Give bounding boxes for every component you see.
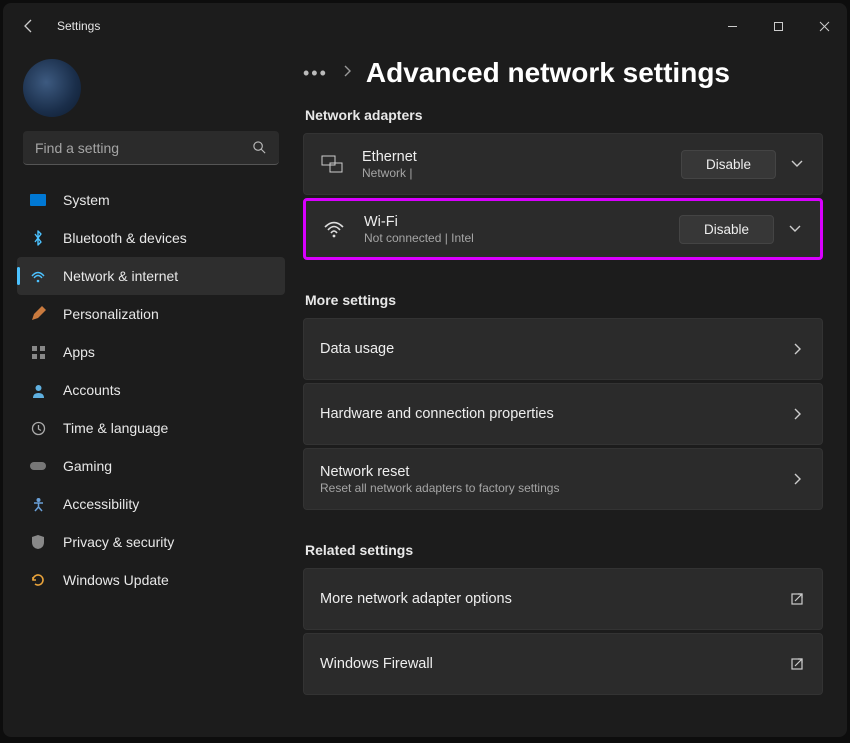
adapter-wifi-card[interactable]: Wi-Fi Not connected | Intel Disable — [303, 198, 823, 260]
data-usage-card[interactable]: Data usage — [303, 318, 823, 380]
sidebar-item-system[interactable]: System — [17, 181, 285, 219]
search-input[interactable] — [23, 131, 279, 165]
settings-window: Settings System B — [3, 3, 847, 737]
ethernet-icon — [320, 155, 344, 173]
sidebar-item-label: Gaming — [63, 458, 112, 474]
hardware-properties-card[interactable]: Hardware and connection properties — [303, 383, 823, 445]
sidebar-item-label: Privacy & security — [63, 534, 174, 550]
chevron-right-icon — [788, 472, 806, 486]
user-avatar[interactable] — [23, 59, 81, 117]
sidebar-item-accounts[interactable]: Accounts — [17, 371, 285, 409]
search-icon — [252, 140, 267, 160]
card-title: Wi-Fi — [364, 214, 679, 230]
sidebar-item-label: Apps — [63, 344, 95, 360]
sidebar-item-label: System — [63, 192, 110, 208]
card-title: Ethernet — [362, 149, 681, 165]
chevron-down-icon[interactable] — [786, 224, 804, 234]
time-icon — [29, 419, 47, 437]
card-title: Hardware and connection properties — [320, 406, 788, 422]
disable-button[interactable]: Disable — [681, 150, 776, 179]
accounts-icon — [29, 381, 47, 399]
external-link-icon — [788, 592, 806, 606]
section-label-related: Related settings — [305, 542, 823, 558]
sidebar-item-network[interactable]: Network & internet — [17, 257, 285, 295]
card-title: Network reset — [320, 464, 788, 480]
window-title: Settings — [57, 19, 100, 33]
main-pane: ••• Advanced network settings Network ad… — [293, 49, 847, 737]
chevron-right-icon — [342, 64, 352, 82]
card-text: Ethernet Network | — [362, 149, 681, 180]
sidebar-item-apps[interactable]: Apps — [17, 333, 285, 371]
back-button[interactable] — [21, 18, 37, 34]
sidebar-item-personalization[interactable]: Personalization — [17, 295, 285, 333]
sidebar-item-label: Accounts — [63, 382, 121, 398]
sidebar-item-label: Personalization — [63, 306, 159, 322]
search-wrapper — [23, 131, 279, 165]
maximize-button[interactable] — [755, 3, 801, 49]
disable-button[interactable]: Disable — [679, 215, 774, 244]
content-area: System Bluetooth & devices Network & int… — [3, 49, 847, 737]
sidebar-item-label: Accessibility — [63, 496, 139, 512]
more-adapter-options-card[interactable]: More network adapter options — [303, 568, 823, 630]
chevron-down-icon[interactable] — [788, 159, 806, 169]
card-subtitle: Reset all network adapters to factory se… — [320, 481, 788, 495]
sidebar-item-update[interactable]: Windows Update — [17, 561, 285, 599]
card-text: Wi-Fi Not connected | Intel — [364, 214, 679, 245]
personalization-icon — [29, 305, 47, 323]
network-reset-card[interactable]: Network reset Reset all network adapters… — [303, 448, 823, 510]
card-subtitle: Network | — [362, 166, 681, 180]
chevron-right-icon — [788, 342, 806, 356]
privacy-icon — [29, 533, 47, 551]
minimize-button[interactable] — [709, 3, 755, 49]
wifi-icon — [322, 220, 346, 238]
titlebar: Settings — [3, 3, 847, 49]
close-button[interactable] — [801, 3, 847, 49]
sidebar-item-time[interactable]: Time & language — [17, 409, 285, 447]
system-icon — [29, 191, 47, 209]
bluetooth-icon — [29, 229, 47, 247]
gaming-icon — [29, 457, 47, 475]
window-controls — [709, 3, 847, 49]
sidebar-item-label: Bluetooth & devices — [63, 230, 187, 246]
sidebar-item-label: Network & internet — [63, 268, 178, 284]
windows-firewall-card[interactable]: Windows Firewall — [303, 633, 823, 695]
adapter-ethernet-card[interactable]: Ethernet Network | Disable — [303, 133, 823, 195]
breadcrumb-overflow[interactable]: ••• — [303, 63, 328, 84]
nav-list: System Bluetooth & devices Network & int… — [17, 181, 285, 599]
sidebar-item-label: Time & language — [63, 420, 168, 436]
sidebar: System Bluetooth & devices Network & int… — [3, 49, 293, 737]
page-title: Advanced network settings — [366, 57, 730, 89]
network-icon — [29, 267, 47, 285]
section-label-more: More settings — [305, 292, 823, 308]
chevron-right-icon — [788, 407, 806, 421]
sidebar-item-bluetooth[interactable]: Bluetooth & devices — [17, 219, 285, 257]
external-link-icon — [788, 657, 806, 671]
section-label-adapters: Network adapters — [305, 107, 823, 123]
accessibility-icon — [29, 495, 47, 513]
card-title: Data usage — [320, 341, 788, 357]
sidebar-item-label: Windows Update — [63, 572, 169, 588]
card-subtitle: Not connected | Intel — [364, 231, 679, 245]
card-title: More network adapter options — [320, 591, 788, 607]
update-icon — [29, 571, 47, 589]
sidebar-item-privacy[interactable]: Privacy & security — [17, 523, 285, 561]
apps-icon — [29, 343, 47, 361]
card-title: Windows Firewall — [320, 656, 788, 672]
sidebar-item-gaming[interactable]: Gaming — [17, 447, 285, 485]
breadcrumb: ••• Advanced network settings — [303, 57, 823, 89]
sidebar-item-accessibility[interactable]: Accessibility — [17, 485, 285, 523]
